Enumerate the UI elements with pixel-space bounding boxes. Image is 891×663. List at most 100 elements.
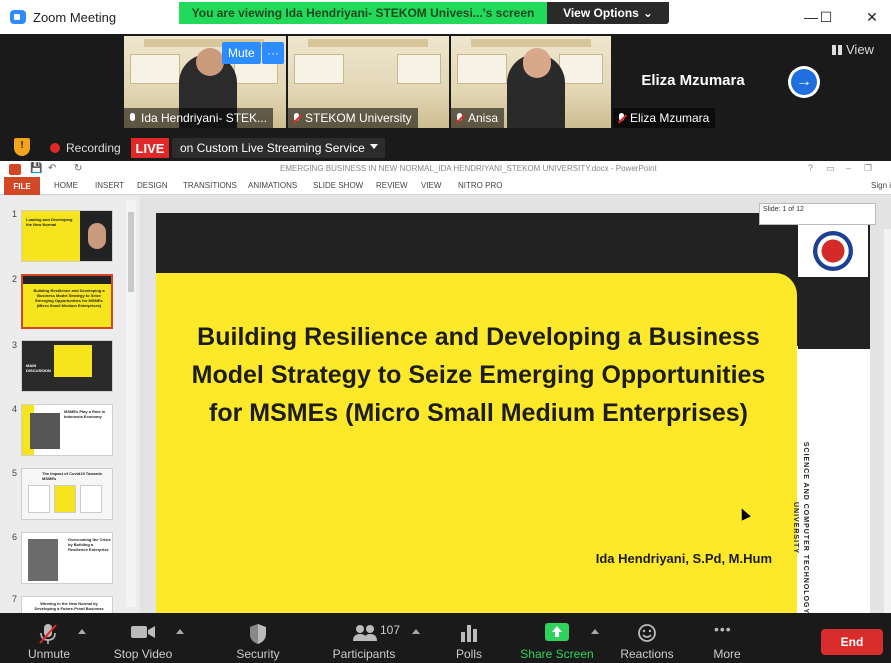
ribbon-tab-design[interactable]: DESIGN — [137, 181, 168, 190]
title-bar: Zoom Meeting You are viewing Ida Hendriy… — [0, 0, 891, 34]
slide-indicator: Slide: 1 of 12 — [759, 203, 876, 225]
participant-name-label: Ida Hendriyani- STEK... — [124, 108, 274, 128]
undo-icon[interactable]: ↶ — [48, 163, 56, 174]
university-logo-icon — [798, 225, 868, 277]
ribbon-tab-animations[interactable]: ANIMATIONS — [248, 181, 297, 190]
slide-thumbnail[interactable]: MAIN DISCUSSION — [21, 340, 113, 392]
shared-screen: 💾 ↶ ↻ EMERGING BUSINESS IN NEW NORMAL_ID… — [0, 161, 891, 613]
viewing-banner: You are viewing Ida Hendriyani- STEKOM U… — [179, 2, 547, 24]
mic-muted-icon — [39, 624, 57, 644]
minimize-icon[interactable]: – — [846, 163, 851, 173]
more-button[interactable]: ••• More — [704, 613, 750, 663]
participant-gallery: Mute ··· Ida Hendriyani- STEK... STEKOM … — [0, 34, 891, 130]
ribbon-tab-slide-show[interactable]: SLIDE SHOW — [313, 181, 363, 190]
unmute-button[interactable]: Unmute — [18, 613, 80, 663]
mute-participant-button[interactable]: Mute — [222, 42, 261, 64]
slide-thumbnail[interactable]: Winning in the New Normal by Developing … — [21, 596, 113, 613]
participant-big-name: Eliza Mzumara — [641, 72, 745, 89]
thumbnail-number: 2 — [12, 274, 18, 284]
slide-thumbnail[interactable]: Overcoming the Crisis by Building a Resi… — [21, 532, 113, 584]
view-options-button[interactable]: View Options ⌄ — [547, 2, 669, 24]
window-title: Zoom Meeting — [33, 10, 117, 25]
slide-thumbnail[interactable]: MSMEs Play a Role in Indonesia Economy — [21, 404, 113, 456]
participants-button[interactable]: 107 Participants — [328, 613, 400, 663]
grid-icon — [832, 44, 842, 55]
participant-face — [196, 48, 224, 76]
participant-tile[interactable]: STEKOM University — [288, 36, 449, 128]
participant-count: 107 — [380, 623, 401, 637]
thumbnail-number: 3 — [12, 340, 18, 350]
shield-icon[interactable]: ! — [14, 138, 30, 156]
share-screen-icon — [545, 623, 569, 641]
ribbon-tabs: FILE HOME INSERT DESIGN TRANSITIONS ANIM… — [0, 177, 891, 195]
ribbon-tab-home[interactable]: HOME — [54, 181, 78, 190]
live-service-dropdown[interactable]: on Custom Live Streaming Service — [172, 138, 385, 158]
arrow-right-icon: → — [791, 69, 817, 95]
ribbon-tab-review[interactable]: REVIEW — [376, 181, 408, 190]
end-meeting-button[interactable]: End — [821, 629, 883, 655]
slide-thumbnail-pane: 1 Loading and Developing the New Normal … — [0, 196, 139, 613]
reactions-button[interactable]: Reactions — [616, 613, 678, 663]
slide-editing-area: Building Resilience and Developing a Bus… — [140, 196, 891, 613]
video-options-caret-icon[interactable] — [176, 629, 184, 634]
thumbnail-number: 6 — [12, 532, 18, 542]
participants-options-caret-icon[interactable] — [412, 629, 420, 634]
help-icon[interactable]: ? — [808, 163, 813, 173]
meeting-status-row: ! Recording LIVE on Custom Live Streamin… — [0, 130, 891, 161]
ppt-title-bar: 💾 ↶ ↻ EMERGING BUSINESS IN NEW NORMAL_ID… — [0, 161, 891, 177]
recording-indicator[interactable]: Recording — [50, 141, 121, 155]
participant-tile[interactable]: Anisa — [451, 36, 611, 128]
sign-in-link[interactable]: Sign i — [871, 181, 891, 190]
ribbon-tab-file[interactable]: FILE — [4, 177, 40, 195]
ribbon-tab-view[interactable]: VIEW — [421, 181, 441, 190]
polls-icon — [461, 625, 477, 642]
share-screen-button[interactable]: Share Screen — [518, 613, 596, 663]
audio-options-caret-icon[interactable] — [78, 629, 86, 634]
thumbnail-number: 4 — [12, 404, 18, 414]
mic-icon — [128, 112, 137, 124]
ribbon-tab-insert[interactable]: INSERT — [95, 181, 124, 190]
participant-more-button[interactable]: ··· — [262, 42, 284, 64]
close-button[interactable]: ✕ — [858, 6, 886, 28]
meeting-toolbar: Unmute Stop Video Security 107 Participa… — [0, 613, 891, 663]
participant-name-label: Anisa — [451, 108, 505, 128]
chevron-down-icon: ⌄ — [642, 6, 653, 20]
thumbnail-number: 7 — [12, 594, 18, 604]
participant-tile[interactable]: Eliza Mzumara Eliza Mzumara — [613, 36, 773, 128]
stop-video-button[interactable]: Stop Video — [110, 613, 176, 663]
video-camera-icon — [131, 626, 155, 638]
view-button[interactable]: View — [832, 42, 874, 57]
ribbon-tab-transitions[interactable]: TRANSITIONS — [183, 181, 237, 190]
ribbon-tab-nitro-pro[interactable]: NITRO PRO — [458, 181, 502, 190]
thumbnail-number: 1 — [12, 209, 18, 219]
save-icon[interactable]: 💾 — [30, 163, 42, 174]
reactions-icon — [638, 624, 656, 642]
slide-thumbnail[interactable]: Loading and Developing the New Normal — [21, 210, 113, 262]
live-badge: LIVE — [131, 138, 169, 158]
ribbon-display-icon[interactable]: ▭ — [826, 163, 835, 174]
slide-scrollbar[interactable] — [884, 229, 891, 613]
polls-button[interactable]: Polls — [444, 613, 494, 663]
security-button[interactable]: Security — [230, 613, 286, 663]
document-title: EMERGING BUSINESS IN NEW NORMAL_IDA HEND… — [280, 164, 657, 173]
participant-tile[interactable]: Mute ··· Ida Hendriyani- STEK... — [124, 36, 286, 128]
restore-icon[interactable]: ❐ — [864, 163, 872, 174]
mic-muted-icon — [292, 112, 301, 124]
redo-icon[interactable]: ↻ — [74, 163, 82, 174]
slide-vertical-text: SCIENCE AND COMPUTER TECHNOLOGY UNIVERSI… — [792, 441, 809, 613]
share-options-caret-icon[interactable] — [591, 629, 599, 634]
next-page-button[interactable]: → — [788, 66, 820, 98]
participant-name-label: STEKOM University — [288, 108, 418, 128]
zoom-logo-icon — [10, 10, 26, 24]
zoom-window: Zoom Meeting You are viewing Ida Hendriy… — [0, 0, 891, 663]
slide-thumbnail[interactable]: The Impact of Covid19 Towards MSMEs — [21, 468, 113, 520]
slide-thumbnail-selected[interactable]: Building Resilience and Developing a Bus… — [21, 274, 113, 329]
view-options-label: View Options — [563, 6, 639, 20]
slide-headline: Building Resilience and Developing a Bus… — [191, 323, 766, 427]
maximize-button[interactable]: ☐ — [812, 6, 840, 28]
current-slide[interactable]: Building Resilience and Developing a Bus… — [156, 213, 870, 613]
thumbnail-scrollbar[interactable] — [126, 200, 136, 607]
shield-icon — [250, 624, 266, 644]
powerpoint-icon — [9, 164, 21, 175]
mic-muted-icon — [455, 112, 464, 124]
